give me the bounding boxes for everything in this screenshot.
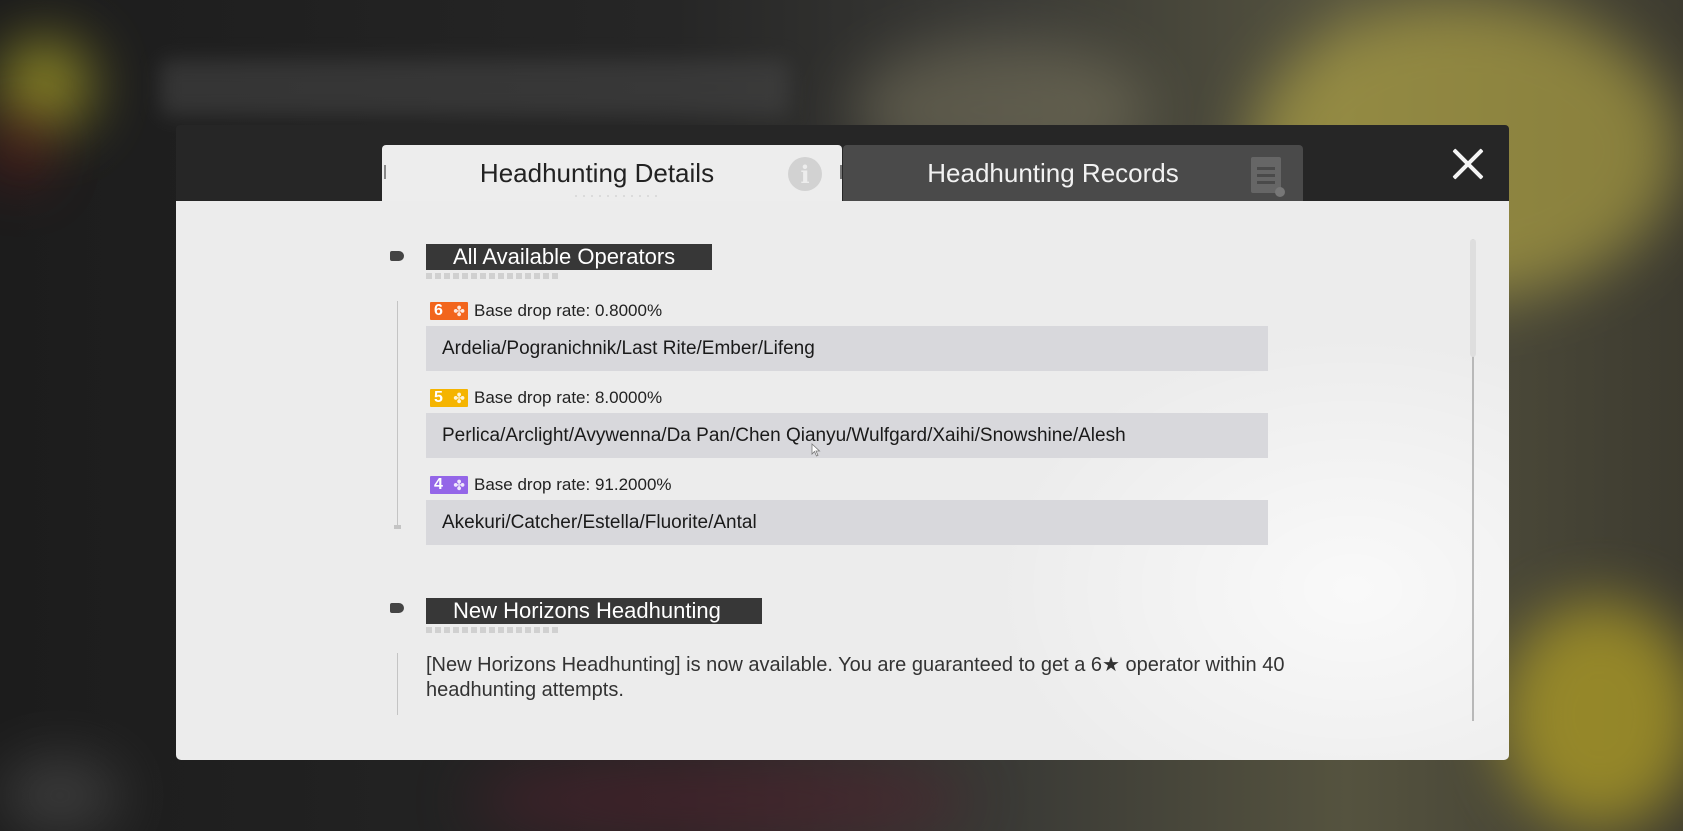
section-title-new-horizons: New Horizons Headhunting <box>426 598 762 624</box>
tier-6-rate: 6 ✤ Base drop rate: 0.8000% <box>430 300 662 322</box>
section-guide-end <box>394 525 401 529</box>
drop-rate-text: Base drop rate: 91.2000% <box>474 475 672 494</box>
tab-headhunting-records[interactable]: Headhunting Records <box>840 145 1303 201</box>
drop-rate-text: Base drop rate: 0.8000% <box>474 301 663 320</box>
background-blur-bottom <box>470 760 970 831</box>
tier-4-operators: Akekuri/Catcher/Estella/Fluorite/Antal <box>426 500 1268 545</box>
section-bullet <box>390 603 404 613</box>
background-blur-corner <box>1500 600 1683 830</box>
tab-headhunting-details[interactable]: Headhunting Details i <box>382 145 842 201</box>
tab-label: Headhunting Details <box>479 157 715 188</box>
background-blur-red <box>0 120 40 180</box>
drop-rate-text: Base drop rate: 8.0000% <box>474 388 663 407</box>
new-horizons-description: [New Horizons Headhunting] is now availa… <box>426 654 1285 701</box>
tab-label: Headhunting Records <box>927 157 1179 188</box>
section-decor <box>426 273 561 279</box>
headhunting-modal: Headhunting Details i Headhunting Record… <box>176 125 1509 760</box>
background-title-blur <box>160 60 790 116</box>
section-title-available-operators: All Available Operators <box>426 244 712 270</box>
tier-5-operators: Perlica/Arclight/Avywenna/Da Pan/Chen Qi… <box>426 413 1268 458</box>
document-icon <box>1251 157 1285 197</box>
tier-4-rate: 4 ✤ Base drop rate: 91.2000% <box>430 474 672 496</box>
background-blur-yellow <box>0 40 90 130</box>
tab-edge-mark <box>840 165 842 179</box>
tier-5-rate: 5 ✤ Base drop rate: 8.0000% <box>430 387 662 409</box>
rarity-star-icon: ✤ <box>453 303 465 319</box>
rarity-4-badge: 4 ✤ <box>430 476 468 494</box>
rarity-star-icon: ✤ <box>453 477 465 493</box>
details-content[interactable]: All Available Operators 6 ✤ Base drop rat… <box>176 201 1509 760</box>
scrollbar-thumb[interactable] <box>1470 239 1476 357</box>
rarity-star-icon: ✤ <box>453 390 465 406</box>
section-decor <box>426 627 561 633</box>
rarity-6-badge: 6 ✤ <box>430 302 468 320</box>
tab-edge-mark <box>384 165 386 179</box>
background-blur-left-bottom <box>0 760 120 831</box>
rarity-5-badge: 5 ✤ <box>430 389 468 407</box>
section-guide-line <box>397 301 398 525</box>
section-bullet <box>390 251 404 261</box>
modal-header: Headhunting Details i Headhunting Record… <box>176 125 1509 201</box>
mouse-cursor-icon <box>811 443 821 457</box>
info-icon[interactable]: i <box>788 157 822 191</box>
section-guide-line <box>397 653 398 715</box>
tab-active-indicator <box>572 195 662 197</box>
close-button[interactable] <box>1451 147 1485 181</box>
tier-6-operators: Ardelia/Pogranichnik/Last Rite/Ember/Lif… <box>426 326 1268 371</box>
